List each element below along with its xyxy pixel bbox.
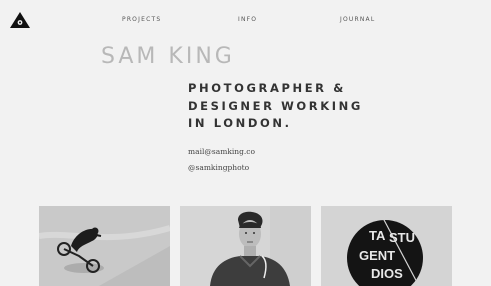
site-title: SAM KING bbox=[101, 44, 235, 69]
portfolio-tile-badge[interactable]: TA STU GENT DIOS bbox=[321, 206, 452, 286]
badge-line-1: TA bbox=[369, 228, 386, 243]
nav-journal-link[interactable]: JOURNAL bbox=[340, 16, 375, 23]
portfolio-tile-portrait[interactable] bbox=[180, 206, 311, 286]
portfolio-tile-bmx[interactable] bbox=[39, 206, 170, 286]
badge-line-2: STU bbox=[389, 230, 415, 245]
nav-projects-link[interactable]: PROJECTS bbox=[122, 16, 161, 23]
email-link[interactable]: mail@samking.co bbox=[188, 147, 255, 156]
badge-line-4: DIOS bbox=[371, 266, 403, 281]
tagline: PHOTOGRAPHER & DESIGNER WORKING IN LONDO… bbox=[188, 81, 363, 130]
badge-graphic: TA STU GENT DIOS bbox=[321, 206, 452, 286]
bmx-rider-photo bbox=[39, 206, 170, 286]
portrait-photo bbox=[180, 206, 311, 286]
badge-line-3: GENT bbox=[359, 248, 395, 263]
nav-info-link[interactable]: INFO bbox=[238, 16, 257, 23]
social-handle-link[interactable]: @samkingphoto bbox=[188, 163, 249, 172]
logo-icon[interactable] bbox=[10, 12, 30, 28]
